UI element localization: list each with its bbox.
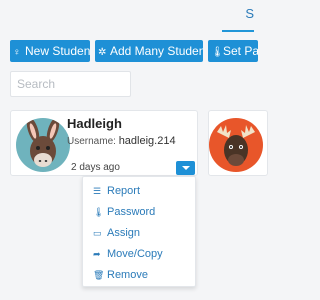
moose-avatar-icon — [217, 125, 255, 166]
add-many-label: Add Many Students — [110, 44, 203, 58]
calendar-icon: ▭ — [93, 228, 102, 238]
avatar — [16, 118, 70, 172]
search-input[interactable] — [10, 71, 131, 97]
menu-item-label: Remove — [107, 269, 148, 281]
menu-item-label: Password — [107, 206, 156, 218]
avatar — [209, 118, 263, 172]
username-value: hadleig.214 — [118, 135, 176, 147]
add-user-icon: ♀ — [13, 47, 21, 58]
set-password-button[interactable]: 🌡Set Pa — [208, 40, 258, 62]
donkey-avatar-icon — [26, 118, 60, 167]
username-row: Username: hadleig.214 — [67, 135, 176, 147]
group-icon: ✲ — [98, 47, 107, 58]
new-student-button[interactable]: ♀ New Student — [10, 40, 90, 62]
active-tab-underline — [222, 30, 254, 32]
menu-item-password[interactable]: 🌡 Password — [93, 203, 155, 221]
menu-item-move-copy[interactable]: ➦ Move/Copy — [93, 245, 163, 263]
thermometer-icon: 🌡 — [211, 47, 224, 58]
menu-item-label: Assign — [107, 227, 141, 239]
student-card[interactable]: Hadleigh Username: hadleig.214 2 days ag… — [10, 110, 198, 176]
card-dropdown-menu: ☰ Report 🌡 Password ▭ Assign ➦ Move/Copy 🗑 Re… — [82, 176, 196, 287]
menu-item-remove[interactable]: 🗑 Remove — [93, 266, 148, 284]
top-bar: S — [0, 0, 254, 32]
menu-item-label: Move/Copy — [107, 248, 163, 260]
student-card[interactable] — [208, 110, 268, 176]
list-icon: ☰ — [93, 186, 102, 196]
tab-partial[interactable]: S — [245, 6, 254, 21]
thermometer-key-icon: 🌡 — [93, 207, 105, 217]
add-many-students-button[interactable]: ✲Add Many Students — [95, 40, 203, 62]
card-menu-toggle-button[interactable] — [176, 161, 195, 175]
set-password-label: Set Pa — [223, 44, 258, 58]
student-name: Hadleigh — [67, 116, 122, 131]
username-label: Username: — [67, 136, 116, 147]
trash-icon: 🗑 — [93, 270, 105, 280]
menu-item-label: Report — [107, 185, 141, 197]
menu-item-assign[interactable]: ▭ Assign — [93, 224, 140, 242]
share-arrow-icon: ➦ — [93, 249, 101, 259]
menu-item-report[interactable]: ☰ Report — [93, 182, 140, 200]
new-student-label: New Student — [25, 44, 90, 58]
last-active-time: 2 days ago — [71, 162, 120, 173]
